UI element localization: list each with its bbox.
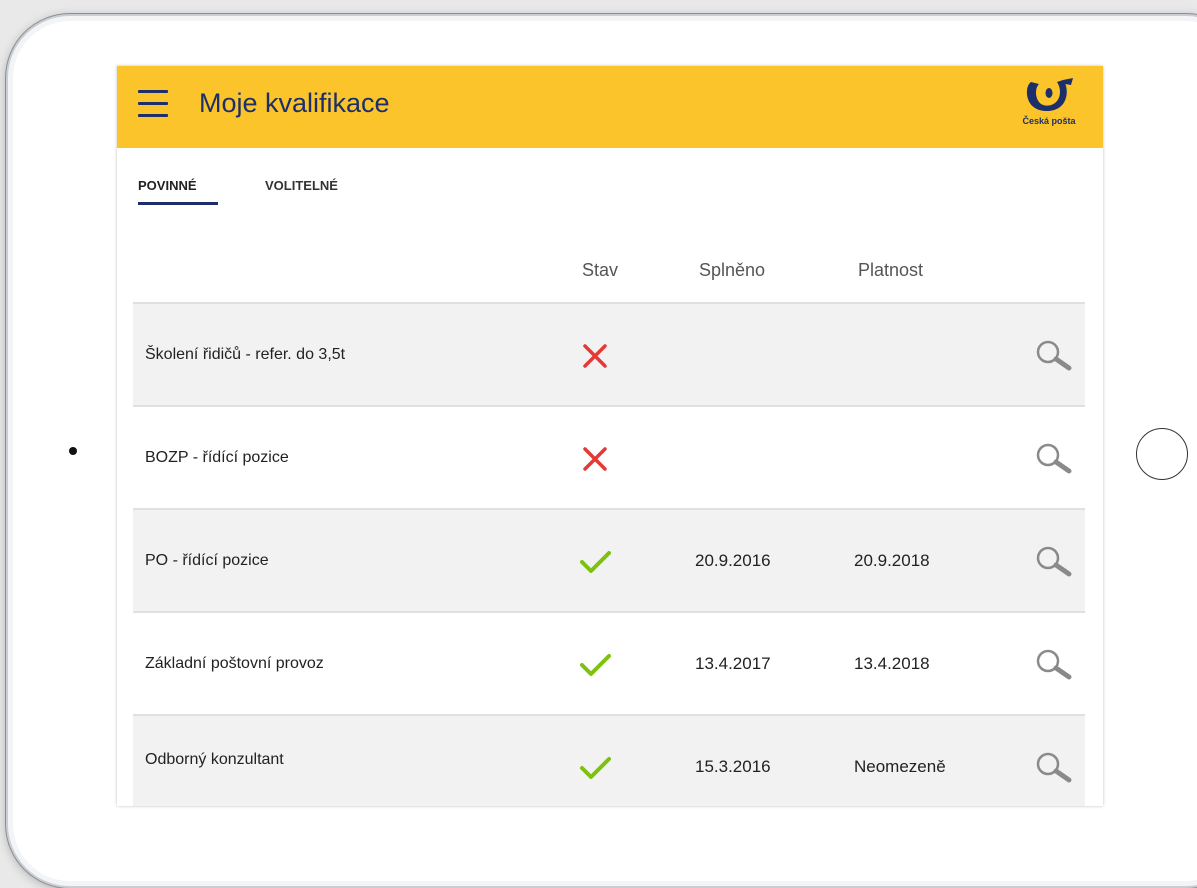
table-row[interactable]: BOZP - řídící pozice <box>133 405 1085 508</box>
home-button[interactable] <box>1136 428 1188 480</box>
cross-icon <box>583 447 607 471</box>
completed-date: 13.4.2017 <box>695 653 771 673</box>
app-screen: Moje kvalifikace Česká pošta POVINNÉ VOL… <box>117 66 1103 806</box>
camera-dot <box>69 447 77 455</box>
column-header-stav: Stav <box>582 260 619 280</box>
check-icon <box>580 551 611 573</box>
table-row[interactable]: PO - řídící pozice 20.9.2016 20.9.2018 <box>133 508 1085 611</box>
validity-date: Neomezeně <box>854 756 946 776</box>
table-row[interactable]: Školení řidičů - refer. do 3,5t <box>133 302 1085 405</box>
cross-icon <box>583 344 607 368</box>
qualification-name: Odborný konzultant <box>145 751 284 769</box>
search-icon[interactable] <box>1033 647 1073 681</box>
qualification-name: Základní poštovní provoz <box>145 654 324 672</box>
check-icon <box>580 654 611 676</box>
page-title: Moje kvalifikace <box>199 88 390 118</box>
qualification-name: PO - řídící pozice <box>145 551 269 569</box>
validity-date: 13.4.2018 <box>854 653 930 673</box>
search-icon[interactable] <box>1033 441 1073 475</box>
qualification-name: Školení řidičů - refer. do 3,5t <box>145 345 346 363</box>
search-icon[interactable] <box>1033 338 1073 372</box>
check-icon <box>580 757 611 779</box>
tab-volitelne[interactable]: VOLITELNÉ <box>265 178 338 193</box>
table-row[interactable]: Základní poštovní provoz 13.4.2017 13.4.… <box>133 611 1085 714</box>
tab-povinne[interactable]: POVINNÉ <box>138 178 197 193</box>
qualifications-table: Školení řidičů - refer. do 3,5t BOZP - ř… <box>133 302 1085 806</box>
post-horn-icon <box>1026 78 1073 112</box>
completed-date: 15.3.2016 <box>695 756 771 776</box>
logo-text: Česká pošta <box>1022 116 1076 126</box>
completed-date: 20.9.2016 <box>695 550 771 570</box>
search-icon[interactable] <box>1033 544 1073 578</box>
validity-date: 20.9.2018 <box>854 550 930 570</box>
ceska-posta-logo: Česká pošta <box>1013 76 1085 138</box>
hamburger-icon[interactable] <box>138 88 168 122</box>
table-row[interactable]: Odborný konzultant 15.3.2016 Neomezeně <box>133 714 1085 806</box>
qualification-name: BOZP - řídící pozice <box>145 448 289 466</box>
app-bar: Moje kvalifikace Česká pošta <box>117 66 1103 148</box>
column-header-splneno: Splněno <box>699 260 766 280</box>
active-tab-indicator <box>138 202 218 205</box>
column-header-platnost: Platnost <box>858 260 924 280</box>
search-icon[interactable] <box>1033 750 1073 784</box>
